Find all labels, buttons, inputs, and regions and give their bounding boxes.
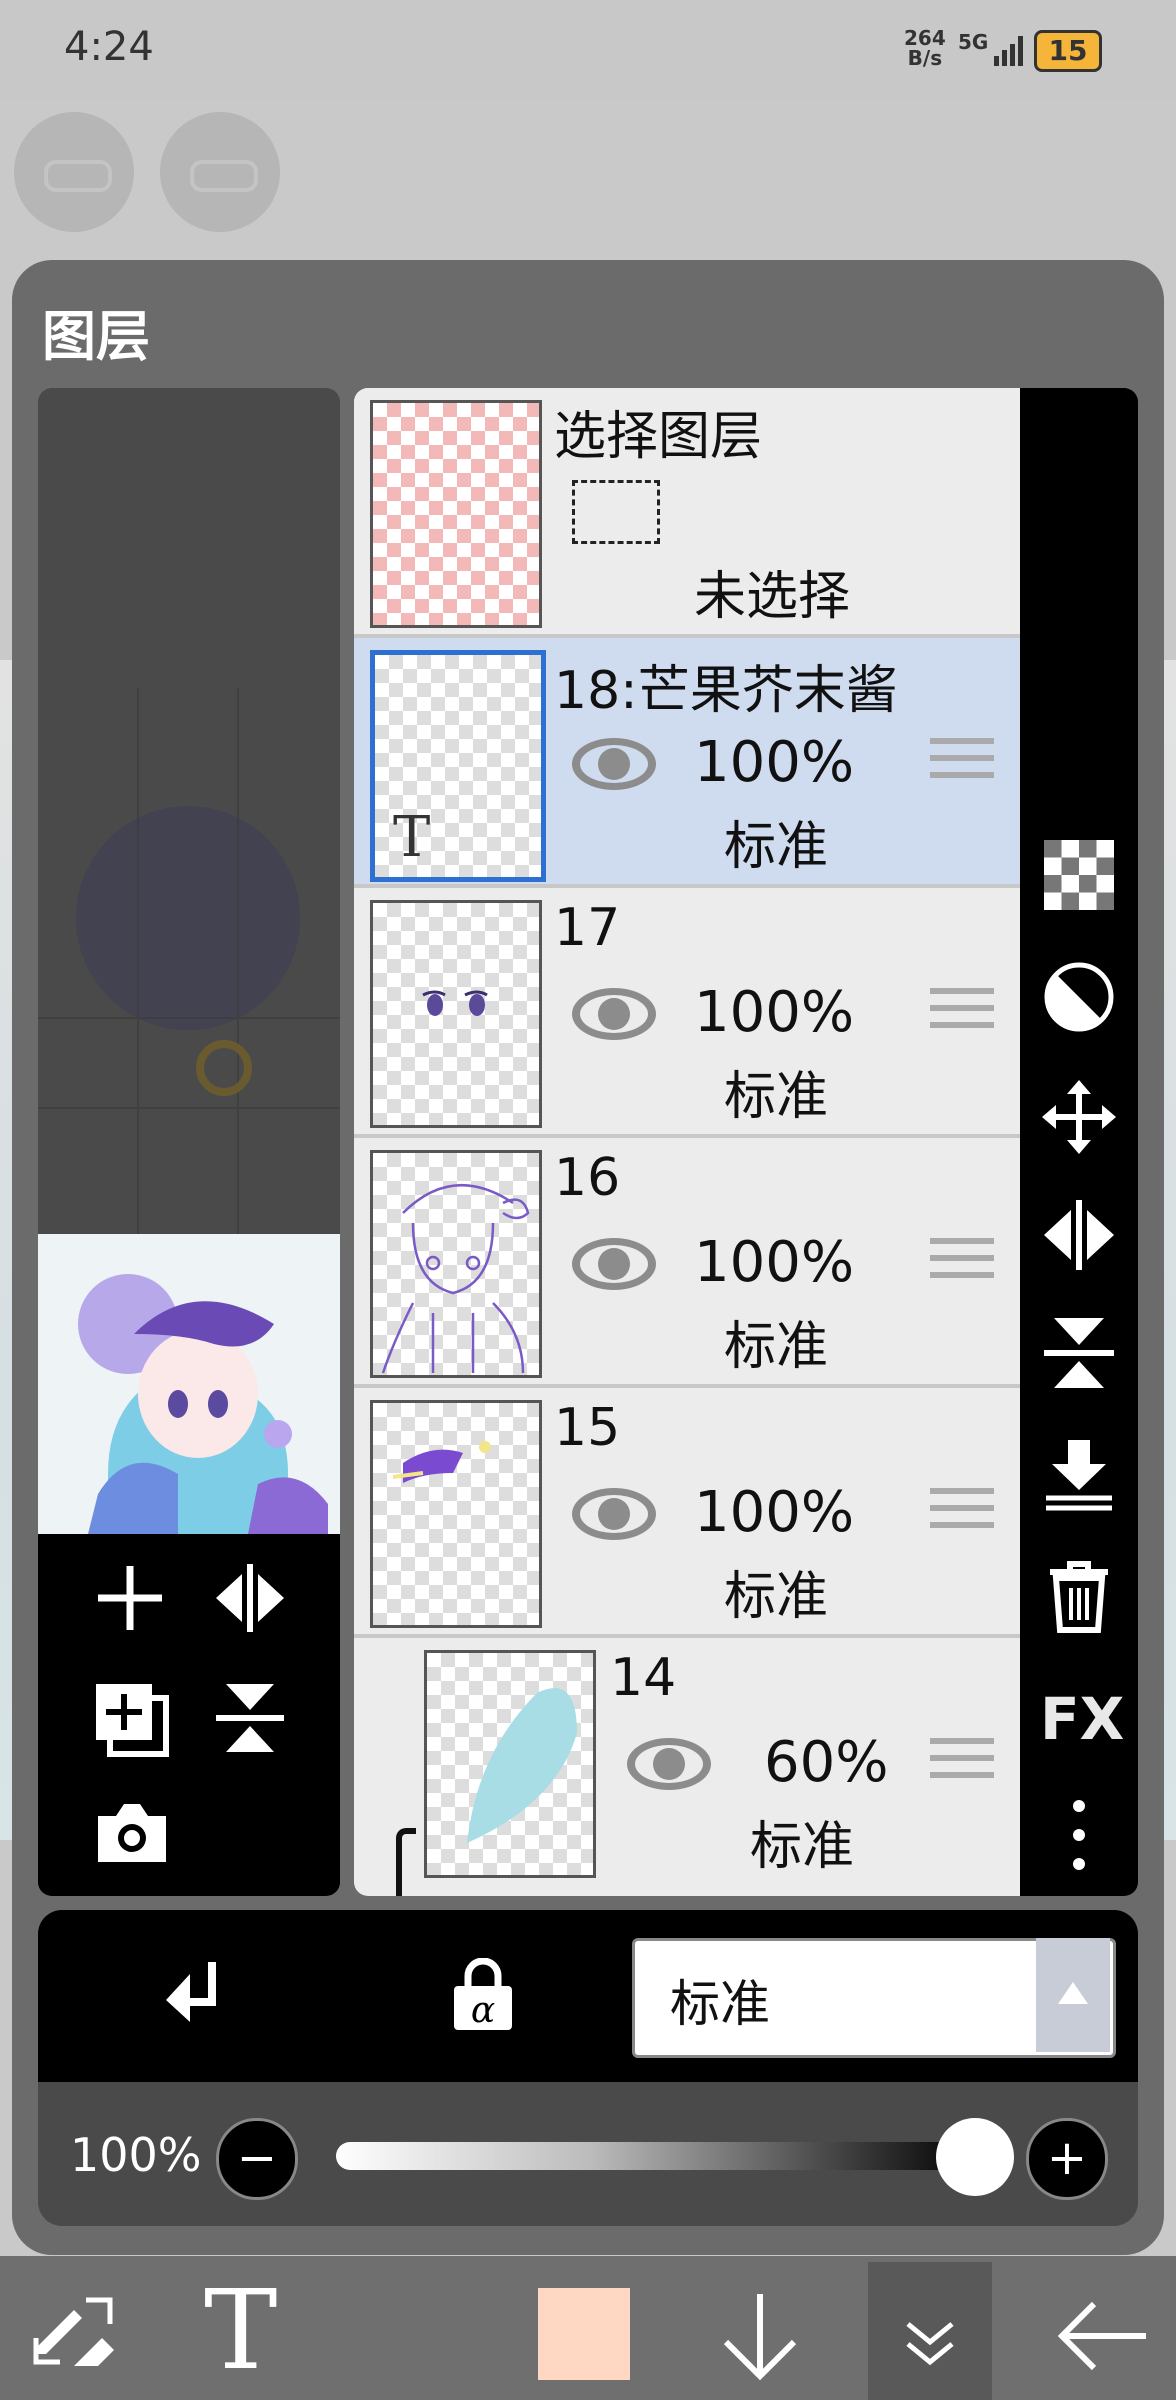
invert-icon[interactable] bbox=[1040, 958, 1118, 1036]
layer-row[interactable]: T 18:芒果芥末酱 100% 标准 bbox=[354, 638, 1020, 888]
selection-marquee-icon bbox=[572, 480, 660, 544]
redo-button[interactable] bbox=[160, 112, 280, 232]
status-time: 4:24 bbox=[64, 24, 154, 70]
net-speed-value: 264 bbox=[904, 26, 946, 50]
layer-row[interactable]: 16 100% 标准 bbox=[354, 1138, 1020, 1388]
canvas-thumbnail[interactable] bbox=[38, 1234, 340, 1534]
net-speed-unit: B/s bbox=[907, 46, 943, 70]
eye-icon[interactable] bbox=[569, 984, 659, 1044]
drag-handle-icon[interactable] bbox=[930, 1488, 994, 1544]
move-icon[interactable] bbox=[1040, 1078, 1118, 1156]
layer-list[interactable]: 选择图层 未选择 T 18:芒果芥末酱 100% 标准 17 100% 标准 1… bbox=[354, 388, 1020, 1896]
layer-opacity: 100% bbox=[694, 980, 855, 1045]
panel-title: 图层 bbox=[42, 305, 150, 368]
signal-icon bbox=[994, 36, 1023, 66]
drag-handle-icon[interactable] bbox=[930, 988, 994, 1044]
transparency-icon[interactable] bbox=[1040, 836, 1118, 914]
eye-icon[interactable] bbox=[569, 1234, 659, 1294]
camera-icon[interactable] bbox=[94, 1800, 170, 1866]
blend-mode-dropdown-button[interactable] bbox=[1036, 1938, 1110, 2052]
flip-vertical-icon[interactable] bbox=[1040, 1314, 1118, 1392]
svg-text:α: α bbox=[471, 1990, 495, 2031]
flip-horizontal-icon[interactable] bbox=[1040, 1196, 1118, 1274]
lock-alpha-icon[interactable]: α bbox=[450, 1958, 516, 2032]
chevrons-down-icon[interactable] bbox=[900, 2300, 960, 2370]
eye-icon[interactable] bbox=[624, 1734, 714, 1794]
opacity-slider[interactable] bbox=[336, 2142, 976, 2170]
layer-name: 18:芒果芥末酱 bbox=[554, 661, 898, 721]
selection-layer-row[interactable]: 选择图层 未选择 bbox=[354, 388, 1020, 638]
flip-horizontal-icon[interactable] bbox=[212, 1560, 288, 1636]
selection-state: 未选择 bbox=[694, 567, 851, 627]
more-icon[interactable] bbox=[1040, 1796, 1118, 1874]
layer-row[interactable]: 17 100% 标准 bbox=[354, 888, 1020, 1138]
layer-blend-mode: 标准 bbox=[724, 1567, 829, 1627]
clipping-indicator bbox=[396, 1828, 416, 1896]
layer-thumbnail bbox=[424, 1650, 596, 1878]
layer-name: 17 bbox=[554, 898, 621, 958]
fx-icon[interactable]: FX bbox=[1040, 1680, 1124, 1758]
layer-thumbnail bbox=[370, 900, 542, 1128]
text-layer-icon: T bbox=[393, 805, 431, 870]
drag-handle-icon[interactable] bbox=[930, 738, 994, 794]
layer-thumbnail bbox=[370, 1150, 542, 1378]
layer-name: 15 bbox=[554, 1398, 621, 1458]
blend-mode-value: 标准 bbox=[670, 1975, 770, 2033]
arrow-down-icon[interactable] bbox=[720, 2290, 800, 2382]
trash-icon[interactable] bbox=[1040, 1556, 1118, 1634]
duplicate-layer-icon[interactable] bbox=[92, 1680, 172, 1760]
swap-tools-icon[interactable] bbox=[30, 2286, 120, 2376]
opacity-increase-button[interactable]: + bbox=[1026, 2118, 1108, 2200]
drag-handle-icon[interactable] bbox=[930, 1738, 994, 1794]
opacity-label: 100% bbox=[70, 2128, 202, 2182]
layer-blend-mode: 标准 bbox=[724, 817, 829, 877]
layer-thumbnail bbox=[370, 1400, 542, 1628]
layer-opacity: 100% bbox=[694, 1480, 855, 1545]
eye-icon[interactable] bbox=[569, 1484, 659, 1544]
opacity-slider-handle[interactable] bbox=[936, 2118, 1014, 2196]
color-swatch[interactable] bbox=[538, 2288, 630, 2380]
layer-opacity: 100% bbox=[694, 730, 855, 795]
layer-opacity: 100% bbox=[694, 1230, 855, 1295]
back-arrow-icon[interactable] bbox=[1056, 2296, 1150, 2376]
drag-handle-icon[interactable] bbox=[930, 1238, 994, 1294]
eye-icon[interactable] bbox=[569, 734, 659, 794]
left-tool-area bbox=[38, 1534, 340, 1896]
selection-layer-title: 选择图层 bbox=[554, 407, 763, 467]
layer-name: 16 bbox=[554, 1148, 621, 1208]
network-type: 5G bbox=[958, 30, 989, 54]
layer-row[interactable]: 15 100% 标准 bbox=[354, 1388, 1020, 1638]
opacity-decrease-button[interactable]: − bbox=[216, 2118, 298, 2200]
selection-thumbnail bbox=[370, 400, 542, 628]
layer-blend-mode: 标准 bbox=[750, 1817, 855, 1877]
layer-thumbnail: T bbox=[370, 650, 546, 882]
merge-down-icon[interactable] bbox=[1040, 1436, 1118, 1514]
battery-indicator: 15 bbox=[1034, 30, 1102, 72]
layer-row[interactable]: 14 60% 标准 bbox=[354, 1638, 1020, 1896]
layer-blend-mode: 标准 bbox=[724, 1317, 829, 1377]
add-layer-icon[interactable] bbox=[92, 1560, 168, 1636]
flip-vertical-icon[interactable] bbox=[212, 1680, 288, 1756]
clipping-icon[interactable] bbox=[160, 1956, 224, 2036]
text-tool-icon[interactable]: T bbox=[204, 2270, 277, 2390]
layer-opacity: 60% bbox=[764, 1730, 889, 1795]
undo-button[interactable] bbox=[14, 112, 134, 232]
layer-blend-mode: 标准 bbox=[724, 1067, 829, 1127]
net-speed: 264 B/s bbox=[904, 28, 946, 68]
layer-name: 14 bbox=[610, 1648, 677, 1708]
